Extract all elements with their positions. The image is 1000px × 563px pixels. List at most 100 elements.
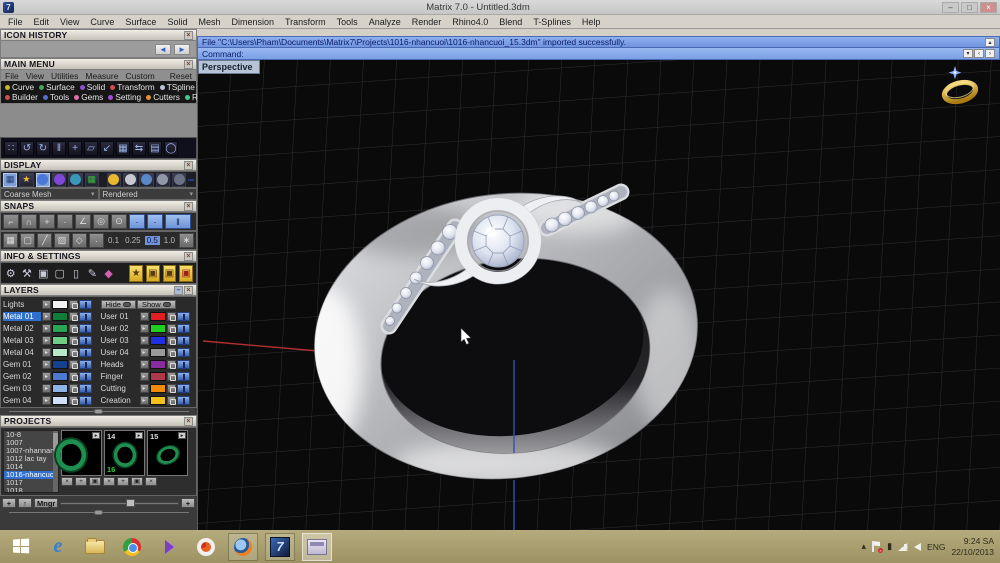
mm-btn-tspline[interactable]: TSpline bbox=[158, 82, 197, 92]
mm-btn-solid[interactable]: Solid bbox=[78, 82, 107, 92]
mirror-tool-icon[interactable]: ⇆ bbox=[132, 141, 146, 156]
layer-color-swatch[interactable] bbox=[150, 324, 166, 333]
mm-measure[interactable]: Measure bbox=[85, 71, 118, 81]
redo-curve-icon[interactable]: ↻ bbox=[36, 141, 50, 156]
lock-icon[interactable] bbox=[69, 324, 78, 333]
layer-color-swatch[interactable] bbox=[52, 324, 68, 333]
matrix-taskbar-icon[interactable]: 7 bbox=[265, 533, 295, 561]
layer-color-swatch[interactable] bbox=[52, 348, 68, 357]
clock[interactable]: 9:24 SA 22/10/2013 bbox=[951, 536, 994, 557]
lock-icon[interactable] bbox=[167, 372, 176, 381]
battery-icon[interactable]: ▮ bbox=[887, 541, 892, 552]
hatch-snap-icon[interactable]: ▨ bbox=[54, 233, 69, 248]
expand-icon[interactable]: ▸ bbox=[140, 384, 149, 393]
grid-value-01[interactable]: 0.1 bbox=[106, 236, 121, 245]
lock-icon[interactable] bbox=[69, 372, 78, 381]
action-center-flag-icon[interactable]: × bbox=[872, 541, 881, 552]
layers-header[interactable]: LAYERS – × bbox=[0, 284, 197, 296]
layer-color-swatch[interactable] bbox=[150, 384, 166, 393]
lock-icon[interactable] bbox=[69, 312, 78, 321]
lock-icon[interactable] bbox=[167, 360, 176, 369]
visibility-toggle[interactable] bbox=[177, 348, 190, 357]
layer-color-swatch[interactable] bbox=[52, 360, 68, 369]
display-close-icon[interactable]: × bbox=[184, 161, 193, 170]
layers-close-icon[interactable]: × bbox=[184, 286, 193, 295]
ghosted-sphere-icon[interactable] bbox=[52, 173, 66, 187]
wire-material-icon[interactable] bbox=[172, 173, 186, 187]
layer-color-swatch[interactable] bbox=[52, 312, 68, 321]
open-window-icon[interactable] bbox=[302, 533, 332, 561]
visibility-toggle[interactable] bbox=[79, 336, 92, 345]
lock-icon[interactable] bbox=[69, 396, 78, 405]
visibility-toggle[interactable] bbox=[79, 312, 92, 321]
snap-star-icon[interactable]: ∗ bbox=[179, 233, 194, 248]
diamond-snap-icon[interactable]: ◇ bbox=[72, 233, 87, 248]
up-project-button[interactable]: ↑ bbox=[18, 498, 32, 508]
line-snap-icon[interactable]: ╱ bbox=[37, 233, 52, 248]
expand-icon[interactable]: ▸ bbox=[140, 396, 149, 405]
gold-material-icon[interactable] bbox=[107, 173, 121, 187]
gem-info-icon[interactable]: ◆ bbox=[102, 265, 115, 282]
lock-icon[interactable] bbox=[69, 360, 78, 369]
command-input-line[interactable]: Command: ▾ ‹ › bbox=[197, 48, 1000, 60]
layer-row-heads[interactable]: Heads▸ bbox=[101, 359, 195, 370]
visibility-toggle[interactable] bbox=[79, 384, 92, 393]
mm-file[interactable]: File bbox=[5, 71, 19, 81]
layer-color-swatch[interactable] bbox=[52, 336, 68, 345]
volume-icon[interactable] bbox=[914, 543, 921, 551]
cube-settings-icon[interactable]: ▢ bbox=[53, 265, 66, 282]
visibility-toggle[interactable] bbox=[79, 300, 92, 309]
mesh-mode-dropdown[interactable]: Coarse Mesh ▾ bbox=[0, 188, 99, 200]
mm-view[interactable]: View bbox=[26, 71, 44, 81]
grid-value-025[interactable]: 0.25 bbox=[123, 236, 143, 245]
lock-icon[interactable] bbox=[167, 324, 176, 333]
layers-minimize-icon[interactable]: – bbox=[174, 286, 183, 295]
panel-splitter[interactable] bbox=[0, 408, 197, 415]
thumbnail-slider[interactable] bbox=[60, 499, 179, 508]
layer-row-metal04[interactable]: Metal 04▸ bbox=[3, 347, 97, 358]
layer-color-swatch[interactable] bbox=[150, 336, 166, 345]
slider-plus-button[interactable]: + bbox=[181, 498, 195, 508]
mesh-display-icon[interactable]: ▦ bbox=[85, 173, 99, 187]
menu-solid[interactable]: Solid bbox=[167, 17, 187, 27]
points-tool-icon[interactable]: ∷ bbox=[4, 141, 18, 156]
menu-file[interactable]: File bbox=[8, 17, 23, 27]
snap-tangent-icon[interactable]: ∩ bbox=[21, 214, 37, 229]
snaps-close-icon[interactable]: × bbox=[184, 202, 193, 211]
menu-view[interactable]: View bbox=[60, 17, 79, 27]
snap-point-icon[interactable]: · bbox=[57, 214, 73, 229]
gray-material-icon[interactable] bbox=[156, 173, 170, 187]
info-settings-close-icon[interactable]: × bbox=[184, 252, 193, 261]
snap-center-icon[interactable]: ◎ bbox=[93, 214, 109, 229]
lock-icon[interactable] bbox=[167, 336, 176, 345]
manager-button[interactable]: Mngr bbox=[34, 498, 58, 508]
media-player-2-icon[interactable] bbox=[191, 533, 221, 561]
expand-icon[interactable]: ▸ bbox=[42, 336, 51, 345]
expand-icon[interactable]: ▸ bbox=[140, 348, 149, 357]
plane-tool-icon[interactable]: ▱ bbox=[84, 141, 98, 156]
menu-curve[interactable]: Curve bbox=[90, 17, 114, 27]
mm-btn-builder[interactable]: Builder bbox=[3, 92, 40, 102]
box-snap-icon[interactable]: ▢ bbox=[20, 233, 35, 248]
layer-row-metal02[interactable]: Metal 02▸ bbox=[3, 323, 97, 334]
grid-snap-icon[interactable]: ▦ bbox=[3, 233, 18, 248]
thumb-play-icon[interactable]: ▸ bbox=[178, 432, 186, 439]
mm-btn-setting[interactable]: Setting bbox=[106, 92, 143, 102]
lock-icon[interactable] bbox=[69, 300, 78, 309]
shaded-sphere-icon[interactable] bbox=[36, 173, 50, 187]
mm-utilities[interactable]: Utilities bbox=[51, 71, 78, 81]
layer-row-finger[interactable]: Finger▸ bbox=[101, 371, 195, 382]
layer-row-user03[interactable]: User 03▸ bbox=[101, 335, 195, 346]
snap-ortho-icon[interactable]: ‖ bbox=[165, 214, 191, 229]
menu-tools[interactable]: Tools bbox=[337, 17, 358, 27]
menu-render[interactable]: Render bbox=[412, 17, 442, 27]
language-indicator[interactable]: ENG bbox=[927, 542, 945, 552]
file-explorer-icon[interactable] bbox=[80, 533, 110, 561]
mm-reset-button[interactable]: Reset bbox=[170, 71, 192, 81]
layer-row-gem03[interactable]: Gem 03▸ bbox=[3, 383, 97, 394]
thumb-delete-icon[interactable]: × bbox=[145, 477, 157, 486]
layer-row-creation[interactable]: Creation▸ bbox=[101, 395, 195, 406]
lock-icon[interactable] bbox=[167, 348, 176, 357]
splitter-handle[interactable] bbox=[94, 510, 103, 515]
project-item[interactable]: 1018 bbox=[4, 487, 58, 493]
